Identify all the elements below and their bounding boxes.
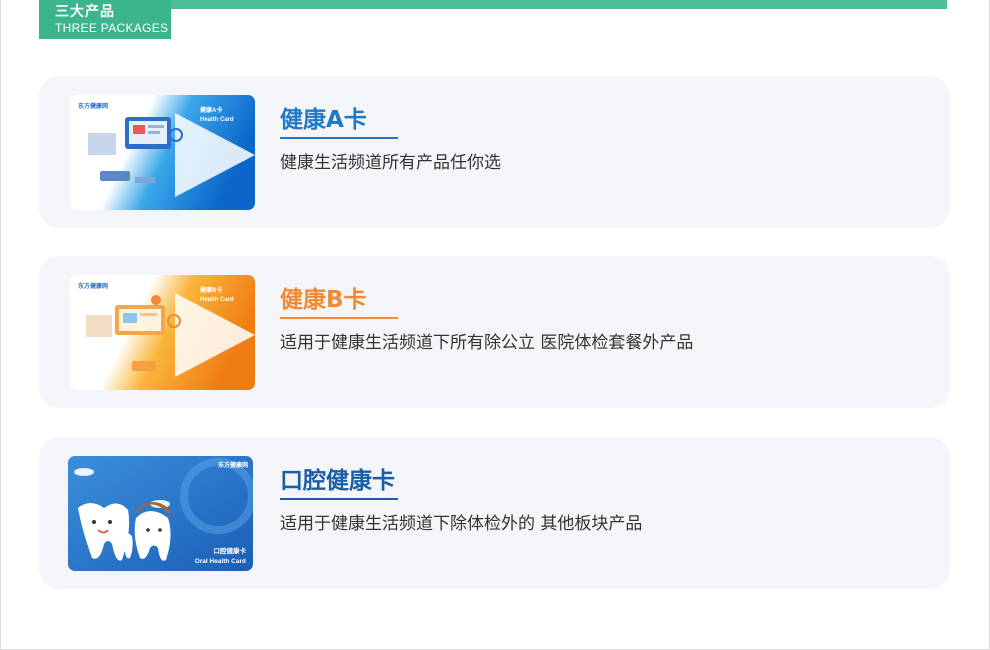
product-panel-oral[interactable]: 东方健康网 口腔健康卡 Oral Health Card 口腔健康卡 适用于健康… <box>39 437 950 589</box>
section-title-en: THREE PACKAGES <box>55 21 169 35</box>
card-oral-name-en: Oral Health Card <box>195 558 246 565</box>
oral-health-card-image[interactable]: 东方健康网 口腔健康卡 Oral Health Card <box>68 456 253 571</box>
product-b-title: 健康B卡 <box>280 284 398 319</box>
product-oral-title: 口腔健康卡 <box>280 465 398 500</box>
section-tag: 三大产品 THREE PACKAGES <box>39 0 171 39</box>
card-a-name-cn: 健康A卡 <box>200 106 222 114</box>
section-title-cn: 三大产品 <box>55 4 115 20</box>
card-oral-brand: 东方健康网 <box>218 461 248 469</box>
card-b-name-en: Health Card <box>200 297 234 303</box>
product-panel-b[interactable]: 东方健康网 健康B卡 Health Card 健康B卡 适用于健康生活频道下所有… <box>39 256 950 408</box>
product-a-title: 健康A卡 <box>280 104 398 139</box>
card-b-brand: 东方健康网 <box>78 282 108 290</box>
health-card-a-image[interactable]: 东方健康网 健康A卡 Health Card <box>70 95 255 210</box>
section-top-bar <box>39 0 947 9</box>
card-b-name-cn: 健康B卡 <box>200 286 222 294</box>
health-card-b-image[interactable]: 东方健康网 健康B卡 Health Card <box>70 275 255 390</box>
card-oral-name-cn: 口腔健康卡 <box>214 546 247 555</box>
product-panel-a[interactable]: 东方健康网 健康A卡 Health Card 健康A卡 健康生活频道所有产品任你… <box>39 76 950 228</box>
card-a-brand: 东方健康网 <box>78 102 108 110</box>
product-oral-description: 适用于健康生活频道下除体检外的 其他板块产品 <box>280 514 643 534</box>
product-b-description: 适用于健康生活频道下所有除公立 医院体检套餐外产品 <box>280 333 694 353</box>
product-a-description: 健康生活频道所有产品任你选 <box>280 153 501 173</box>
card-a-name-en: Health Card <box>200 117 234 123</box>
